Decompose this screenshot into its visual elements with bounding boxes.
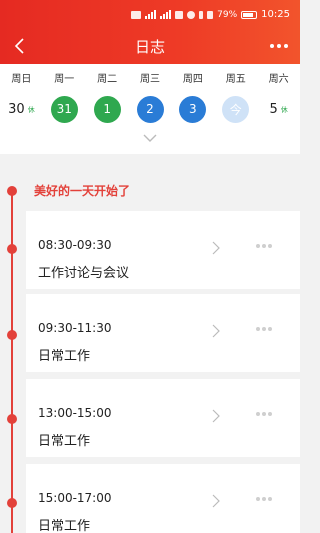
schedule-name: 日常工作 [38,349,91,364]
rest-tag: 休 [27,106,35,114]
today-marker: 今 [222,95,250,123]
signal-icon-2 [160,10,172,19]
more-options-button[interactable] [264,34,294,58]
more-dot-icon [284,44,288,48]
card-menu-icon[interactable] [256,327,272,331]
day-cell-tue[interactable]: 1 [86,95,129,123]
eye-icon [187,10,196,19]
day-row: 30 休 31 1 2 3 今 5 休 [0,95,300,123]
schedule-name: 日常工作 [38,434,91,449]
timeline-dot [7,244,17,254]
card-menu-icon[interactable] [256,244,272,248]
day-cell-thu[interactable]: 3 [171,95,214,123]
hd-icon [131,10,142,19]
nav-bar: 日志 [0,28,300,64]
weekday-label: 周六 [268,74,289,85]
schedule-time: 13:00-15:00 [38,406,112,420]
schedule-name: 日常工作 [38,519,91,533]
day-cell-sat[interactable]: 5 休 [257,95,300,123]
day-cell-today[interactable]: 今 [214,95,257,123]
timeline-line [11,190,13,533]
status-bar: 79% 10:25 [0,0,300,28]
day-number: 3 [179,95,207,123]
chevron-right-icon [212,494,220,508]
weekday-label: 周二 [97,74,118,85]
timeline-dot [7,186,17,196]
signal-icon [145,10,157,19]
schedule-card[interactable]: 08:30-09:30 工作讨论与会议 [26,211,300,289]
day-number: 2 [136,95,164,123]
timeline-dot [7,330,17,340]
status-time: 10:25 [261,9,290,20]
weekday-label: 周四 [182,74,203,85]
more-dot-icon [270,44,274,48]
battery-percent: 79% [217,9,238,20]
schedule-time: 09:30-11:30 [38,321,112,335]
day-number: 5 [269,101,278,117]
timeline-dot [7,414,17,424]
schedule-card[interactable]: 15:00-17:00 日常工作 [26,464,300,533]
weekday-label: 周一 [54,74,75,85]
schedule-name: 工作讨论与会议 [38,266,130,281]
more-dot-icon [277,44,281,48]
schedule-card[interactable]: 09:30-11:30 日常工作 [26,294,300,372]
chevron-right-icon [212,241,220,255]
day-cell-sun[interactable]: 30 休 [0,95,43,123]
schedule-time: 15:00-17:00 [38,491,112,505]
day-number: 31 [50,95,78,123]
weekday-row: 周日 周一 周二 周三 周四 周五 周六 [0,70,300,85]
bluetooth-icon [199,10,204,19]
day-cell-wed[interactable]: 2 [129,95,172,123]
schedule-time: 08:30-09:30 [38,238,112,252]
week-calendar: 周日 周一 周二 周三 周四 周五 周六 30 休 31 1 2 3 今 5 休 [0,64,300,154]
status-icons: 79% 10:25 [131,9,290,20]
chevron-right-icon [212,324,220,338]
page-title: 日志 [134,38,165,56]
expand-calendar-chevron-icon[interactable] [143,133,157,143]
wifi-icon [175,10,184,19]
chevron-right-icon [212,409,220,423]
weekday-label: 周三 [140,74,160,85]
day-cell-mon[interactable]: 31 [43,95,86,123]
card-menu-icon[interactable] [256,497,272,501]
battery-icon [241,10,258,19]
rest-tag: 休 [280,106,288,114]
vibrate-icon [207,10,214,19]
day-number: 1 [93,95,121,123]
app-header: 79% 10:25 日志 [0,0,300,64]
card-menu-icon[interactable] [256,412,272,416]
schedule-card[interactable]: 13:00-15:00 日常工作 [26,379,300,457]
timeline-start-label: 美好的一天开始了 [34,184,131,198]
weekday-label: 周日 [11,74,32,85]
day-number: 30 [8,101,25,117]
weekday-label: 周五 [225,74,246,85]
timeline-dot [7,498,17,508]
